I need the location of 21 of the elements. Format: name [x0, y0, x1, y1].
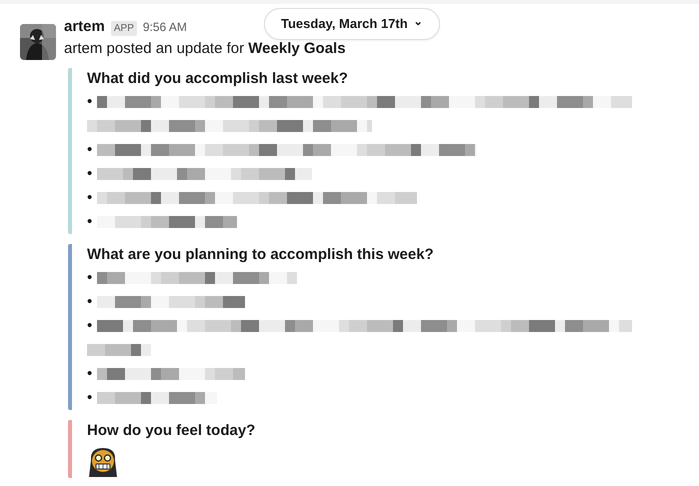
bullet: • [87, 92, 94, 112]
bullet: • [87, 212, 94, 232]
bullet: • [87, 268, 94, 288]
intro-text: artem posted an update for Weekly Goals [64, 38, 346, 58]
bullet: • [87, 140, 94, 160]
question-heading: What did you accomplish last week? [87, 69, 349, 89]
bullet: • [87, 188, 94, 208]
timestamp: 9:56 AM [142, 19, 187, 36]
emoji-face-icon [87, 446, 119, 478]
author-name: artem [64, 17, 105, 37]
bullet: • [87, 364, 94, 384]
bullet: • [87, 316, 94, 336]
app-label: APP [110, 21, 137, 36]
bullet: • [87, 388, 94, 408]
bullet: • [87, 164, 94, 184]
date-divider-button[interactable]: Tuesday, March 17th ⌄ [264, 8, 440, 40]
question-heading: What are you planning to accomplish this week? [87, 245, 435, 265]
redacted-text-drawing [87, 344, 151, 356]
bullet: • [87, 292, 94, 312]
caret-icon: ⌄ [414, 14, 423, 30]
question-heading: How do you feel today? [87, 421, 256, 441]
